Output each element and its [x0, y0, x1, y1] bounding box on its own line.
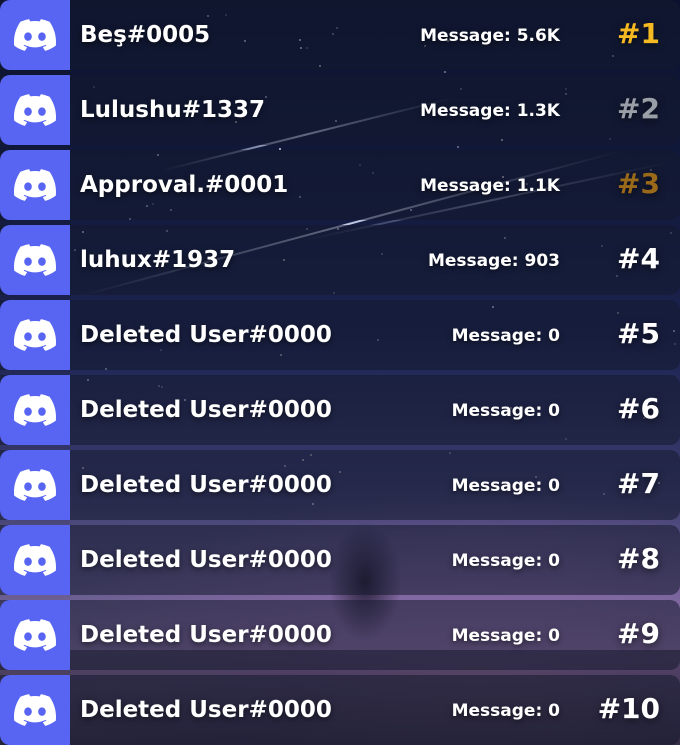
message-count: Message: 0	[451, 326, 560, 346]
username: Deleted User#0000	[80, 622, 332, 648]
username: Lulushu#1337	[80, 97, 266, 123]
leaderboard-row: Lulushu#1337 Message: 1.3K #2	[0, 75, 680, 145]
username: Beş#0005	[80, 22, 211, 48]
discord-icon	[0, 600, 70, 670]
discord-icon	[0, 675, 70, 745]
leaderboard-row: Deleted User#0000 Message: 0 #10	[0, 675, 680, 745]
leaderboard-list: Beş#0005 Message: 5.6K #1 Lulushu#1337 M…	[0, 0, 680, 745]
message-count: Message: 1.1K	[420, 176, 560, 196]
leaderboard-row: luhux#1937 Message: 903 #4	[0, 225, 680, 295]
discord-icon	[0, 225, 70, 295]
discord-icon	[0, 450, 70, 520]
username: Deleted User#0000	[80, 322, 332, 348]
leaderboard-row: Deleted User#0000 Message: 0 #7	[0, 450, 680, 520]
leaderboard-row: Deleted User#0000 Message: 0 #5	[0, 300, 680, 370]
leaderboard-row: Deleted User#0000 Message: 0 #8	[0, 525, 680, 595]
leaderboard-row: Deleted User#0000 Message: 0 #6	[0, 375, 680, 445]
leaderboard-row: Beş#0005 Message: 5.6K #1	[0, 0, 680, 70]
leaderboard-row: Deleted User#0000 Message: 0 #9	[0, 600, 680, 670]
rank-label: #2	[617, 92, 660, 125]
rank-label: #1	[617, 17, 660, 50]
message-count: Message: 5.6K	[420, 26, 560, 46]
discord-icon	[0, 525, 70, 595]
message-count: Message: 0	[451, 626, 560, 646]
rank-label: #9	[617, 617, 660, 650]
message-count: Message: 1.3K	[420, 101, 560, 121]
username: Approval.#0001	[80, 172, 289, 198]
discord-icon	[0, 300, 70, 370]
message-count: Message: 903	[427, 251, 560, 271]
message-count: Message: 0	[451, 476, 560, 496]
discord-icon	[0, 150, 70, 220]
username: Deleted User#0000	[80, 547, 332, 573]
discord-icon	[0, 0, 70, 70]
rank-label: #5	[617, 317, 660, 350]
username: Deleted User#0000	[80, 697, 332, 723]
username: Deleted User#0000	[80, 397, 332, 423]
message-count: Message: 0	[451, 551, 560, 571]
discord-icon	[0, 75, 70, 145]
discord-icon	[0, 375, 70, 445]
leaderboard-row: Approval.#0001 Message: 1.1K #3	[0, 150, 680, 220]
username: luhux#1937	[80, 247, 236, 273]
rank-label: #3	[617, 167, 660, 200]
message-count: Message: 0	[451, 401, 560, 421]
rank-label: #6	[617, 392, 660, 425]
rank-label: #4	[617, 242, 660, 275]
username: Deleted User#0000	[80, 472, 332, 498]
rank-label: #8	[617, 542, 660, 575]
message-count: Message: 0	[451, 701, 560, 721]
rank-label: #7	[617, 467, 660, 500]
rank-label: #10	[597, 692, 660, 725]
